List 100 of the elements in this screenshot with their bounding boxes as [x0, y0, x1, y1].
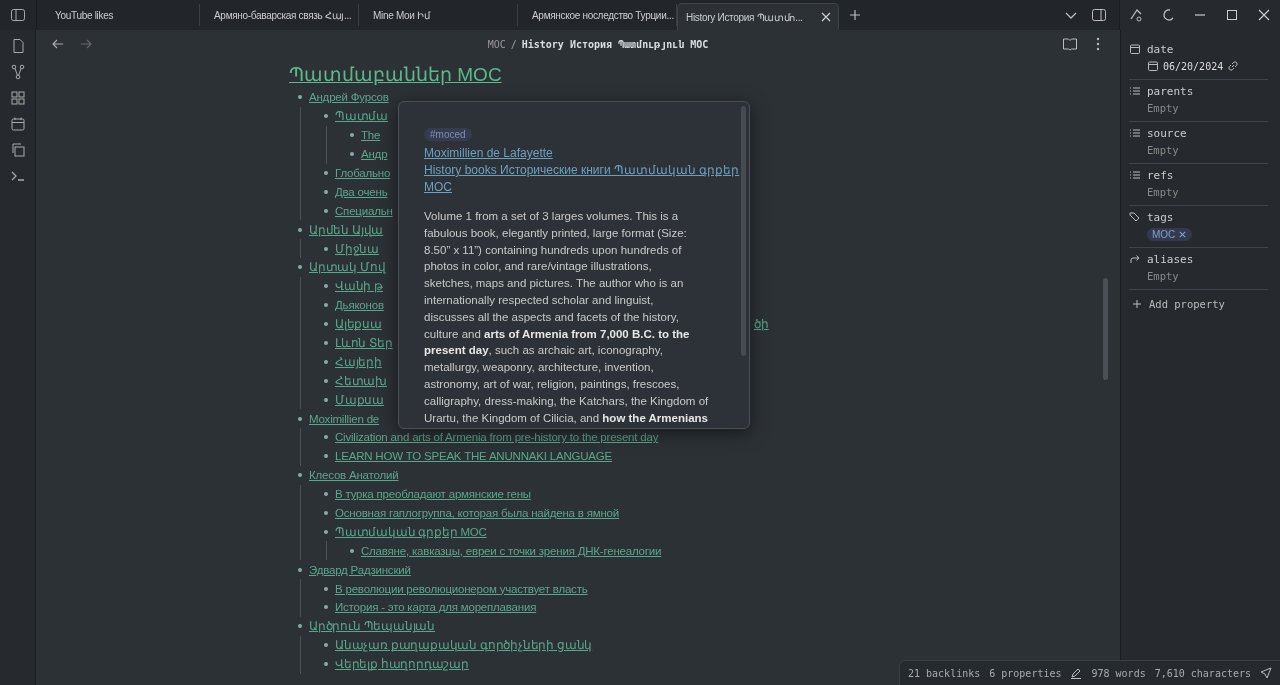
- graph-icon[interactable]: [9, 64, 26, 80]
- empty-value[interactable]: Empty: [1147, 102, 1179, 114]
- bullet-icon: [298, 265, 302, 270]
- property-name[interactable]: refs: [1147, 168, 1174, 182]
- note-link[interactable]: Славяне, кавказцы, евреи с точки зрения ДНК-генеалогии: [361, 544, 662, 557]
- tab[interactable]: Mine Мои Իմ: [359, 4, 518, 26]
- note-link[interactable]: Moximillien de Lafayette: [424, 145, 553, 162]
- note-link[interactable]: В турка преобладают армянские гены: [335, 488, 531, 501]
- bullet-icon: [324, 114, 328, 119]
- note-link[interactable]: Civilization and arts of Armenia from pre-history to the present day: [335, 431, 659, 444]
- list-icon: [1129, 85, 1141, 97]
- send-icon[interactable]: [1260, 667, 1272, 679]
- forward-arrow-icon: [1129, 253, 1141, 265]
- bullet-icon: [298, 227, 302, 232]
- note-link[interactable]: MOC: [424, 179, 452, 196]
- note-link[interactable]: Дьяконов: [335, 299, 384, 312]
- property-name[interactable]: parents: [1147, 84, 1194, 98]
- grid-icon[interactable]: [9, 90, 26, 106]
- bullet-icon: [324, 284, 328, 289]
- bullet-icon: [324, 605, 328, 610]
- note-link[interactable]: Պատմական գրքեր MOC: [335, 524, 487, 539]
- tab[interactable]: Армяно-баварская связь Հայ...: [200, 4, 359, 26]
- bullet-icon: [298, 473, 302, 478]
- copy-icon[interactable]: [9, 142, 26, 158]
- list-icon: [1129, 169, 1141, 181]
- note-link[interactable]: Основная гаплогруппа, которая была найдена в ямной: [335, 507, 619, 520]
- empty-value[interactable]: Empty: [1147, 144, 1179, 156]
- note-link[interactable]: Արմեն Այվա: [309, 222, 384, 237]
- note-link[interactable]: Андр: [361, 148, 388, 161]
- note-link[interactable]: Մաքսա: [335, 392, 384, 407]
- calendar-icon[interactable]: [1147, 60, 1159, 72]
- maximize-icon[interactable]: [1224, 7, 1240, 23]
- sidebar-toggle-icon[interactable]: [10, 7, 26, 23]
- tab[interactable]: YouTube likes: [41, 4, 200, 26]
- bullet-icon: [324, 171, 328, 175]
- note-link[interactable]: Արծրուն Պեպանյան: [309, 619, 435, 634]
- bullet-icon: [324, 586, 328, 591]
- note-link[interactable]: Հետախ: [335, 373, 387, 388]
- note-link[interactable]: История - это карта для мореплавания: [335, 601, 537, 614]
- empty-value[interactable]: Empty: [1147, 270, 1179, 282]
- new-tab-icon[interactable]: [849, 9, 861, 21]
- add-property-button[interactable]: Add property: [1129, 290, 1268, 310]
- note-link[interactable]: Լևոն Տեր: [335, 336, 393, 350]
- close-icon[interactable]: [820, 11, 832, 23]
- tag-pill[interactable]: #moced: [424, 128, 472, 141]
- property-name[interactable]: tags: [1147, 210, 1174, 224]
- bullet-icon: [324, 492, 328, 497]
- note-link[interactable]: Moximillien de: [309, 412, 380, 425]
- note-link[interactable]: В революции революционером участвует власть: [335, 582, 588, 595]
- scrollbar-thumb[interactable]: [741, 106, 746, 356]
- note-link[interactable]: Андрей Фурсов: [309, 91, 389, 104]
- bullet-icon: [324, 303, 328, 308]
- note-link[interactable]: Անաչառ քաղաքական գործիչների ցանկ: [335, 638, 593, 653]
- sidebar-toggle-icon[interactable]: [1091, 7, 1107, 23]
- note-link[interactable]: Վանի թ: [335, 279, 383, 294]
- scrollbar-thumb[interactable]: [1103, 278, 1108, 380]
- empty-value[interactable]: Empty: [1147, 186, 1179, 198]
- book-icon[interactable]: [1062, 36, 1078, 52]
- note-link[interactable]: Հայերի: [335, 354, 382, 369]
- property-name[interactable]: source: [1147, 126, 1187, 140]
- note-link[interactable]: Специальн: [335, 204, 393, 217]
- backlinks-count[interactable]: 21 backlinks: [908, 667, 981, 679]
- note-link[interactable]: Վերելք հաղորդաշար: [335, 657, 469, 672]
- bullet-icon: [324, 454, 328, 459]
- breadcrumb-folder[interactable]: MOC: [487, 38, 506, 50]
- bullet-icon: [324, 662, 328, 667]
- date-value[interactable]: 06/20/2024: [1163, 60, 1224, 72]
- note-link[interactable]: Глобально: [335, 167, 391, 179]
- bullet-icon: [324, 435, 328, 440]
- bullet-icon: [324, 359, 328, 364]
- tag-pill[interactable]: MOC: [1147, 227, 1193, 241]
- book-description: Volume 1 from a set of 3 larges volumes. This is a fabulous book, elegantly printed, large format (Size: 8.50” x 11”) containing hundreds upon hundreds of photos in color, and rare/vintage illustrations, sketches, maps and pictures. The author who is an internationally respected scholar and linguist, discusses all the aspects and facets of the history, culture and arts of Armenia from 7,000 B.C. to the present day, such as archaic art, iconography, metallurgy, weaponry, architecture, invention, astronomy, art of war, religion, paintings, frescoes, calligraphy, dress-making, the Katchars, the Kingdom of Urartu, the Kingdom of Cilicia, and how the Armenians: [424, 209, 709, 426]
- property-name[interactable]: aliases: [1147, 252, 1194, 266]
- note-link[interactable]: Պատմա: [335, 109, 388, 124]
- note-heading[interactable]: Պատմաբաններ MOC: [289, 64, 1120, 86]
- link-icon[interactable]: [1227, 60, 1240, 72]
- bullet-icon: [350, 133, 354, 138]
- bullet-icon: [298, 567, 302, 572]
- note-link[interactable]: LEARN HOW TO SPEAK THE ANUNNAKI LANGUAGE: [335, 450, 613, 463]
- note-link[interactable]: History books Исторические книги Պատմական գրքեր: [424, 162, 740, 179]
- note-link[interactable]: Эдвард Радзинский: [309, 563, 411, 576]
- note-link[interactable]: Два очень: [335, 185, 388, 198]
- note-link[interactable]: The: [361, 129, 381, 142]
- character-count: 7,610 characters: [1154, 667, 1251, 679]
- bullet-icon: [298, 416, 302, 421]
- note-link[interactable]: ծի: [754, 317, 769, 332]
- tab[interactable]: History История Պատմո...: [677, 3, 839, 30]
- bullet-icon: [350, 152, 354, 157]
- note-link[interactable]: Ալեքսա: [335, 317, 382, 332]
- property-name[interactable]: date: [1147, 42, 1174, 56]
- calendar-icon[interactable]: [9, 116, 26, 132]
- plus-icon: [1131, 298, 1143, 310]
- note-link[interactable]: Клесов Анатолий: [309, 469, 399, 482]
- remove-icon[interactable]: [1178, 229, 1188, 239]
- note-link[interactable]: Միջնա: [335, 241, 379, 256]
- close-icon[interactable]: [1256, 7, 1272, 23]
- pencil-icon[interactable]: [1070, 667, 1083, 679]
- note-link[interactable]: Արտակ Մով: [309, 260, 386, 275]
- bullet-icon: [298, 95, 302, 100]
- note-title[interactable]: History История Պատմություն MOC: [521, 38, 709, 50]
